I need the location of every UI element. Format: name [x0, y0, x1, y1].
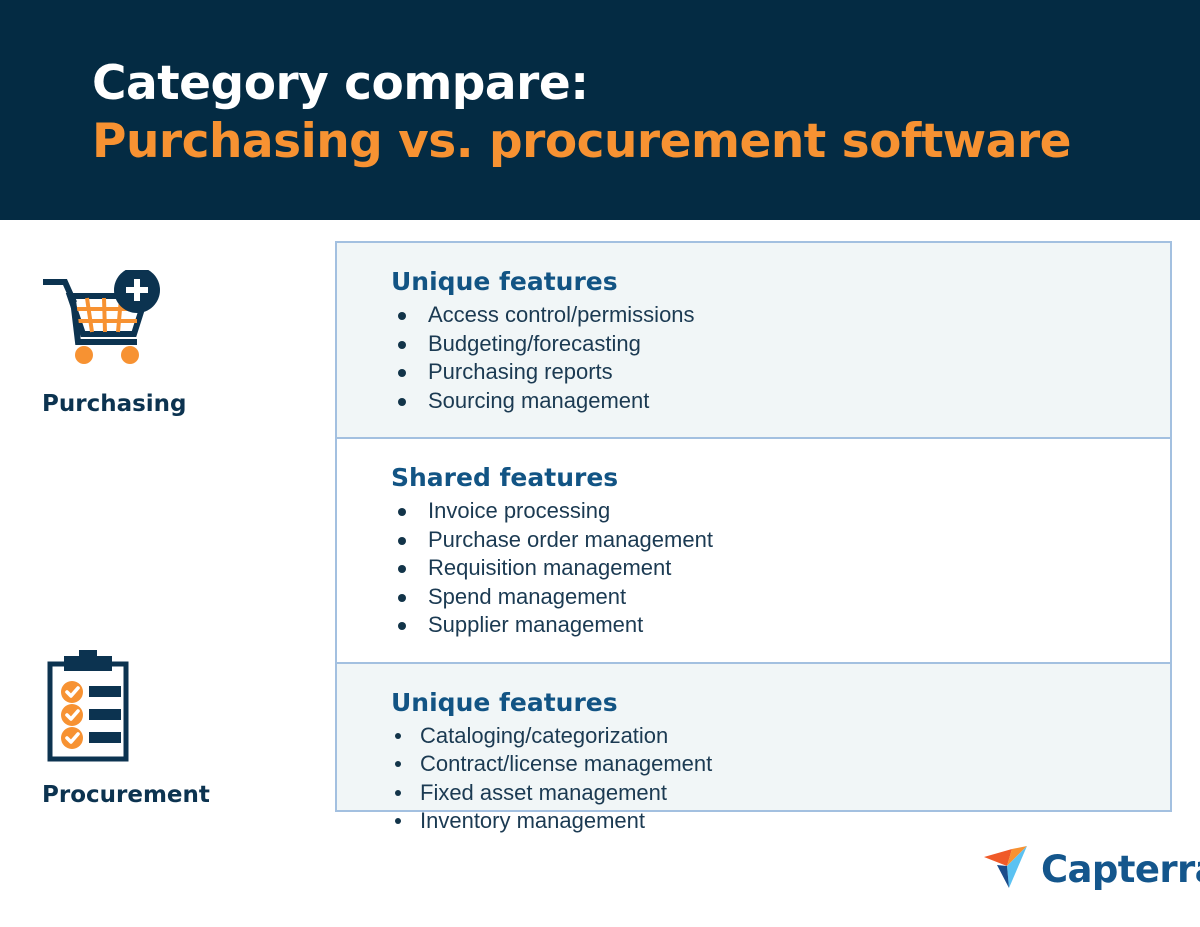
list-item: Requisition management [391, 554, 1140, 583]
list-item: Supplier management [391, 611, 1140, 640]
section-purchasing-unique: Unique features Access control/permissio… [337, 243, 1170, 437]
category-icon-column: Purchasing Procurement [0, 240, 330, 820]
list-item: Fixed asset management [391, 779, 1140, 808]
category-procurement: Procurement [42, 650, 302, 808]
header-band: Category compare: Purchasing vs. procure… [0, 0, 1200, 220]
list-item: Budgeting/forecasting [391, 330, 1140, 359]
section-heading: Shared features [391, 463, 619, 492]
title-line-primary: Category compare: [92, 56, 589, 111]
shopping-cart-plus-icon [42, 267, 162, 375]
header-title: Category compare: Purchasing vs. procure… [92, 55, 1132, 171]
category-label-procurement: Procurement [42, 782, 210, 808]
title-line-secondary: Purchasing vs. procurement software [92, 114, 1072, 169]
feature-list-purchasing-unique: Access control/permissions Budgeting/for… [391, 301, 1140, 415]
list-item: Cataloging/categorization [391, 722, 1140, 751]
capterra-logo: Capterra [984, 845, 1200, 894]
infographic-page: Category compare: Purchasing vs. procure… [0, 0, 1200, 927]
feature-list-shared: Invoice processing Purchase order manage… [391, 497, 1140, 640]
list-item: Sourcing management [391, 387, 1140, 416]
category-label-purchasing: Purchasing [42, 391, 187, 417]
list-item: Invoice processing [391, 497, 1140, 526]
section-heading: Unique features [391, 687, 618, 717]
clipboard-checklist-icon [42, 650, 154, 770]
section-heading: Unique features [391, 267, 618, 296]
list-item: Inventory management [391, 807, 1140, 836]
section-procurement-unique: Unique features Cataloging/categorizatio… [337, 664, 1170, 858]
list-item: Access control/permissions [391, 301, 1140, 330]
list-item: Purchasing reports [391, 358, 1140, 387]
section-shared-features: Shared features Invoice processing Purch… [337, 437, 1170, 664]
feature-comparison-panel: Unique features Access control/permissio… [335, 241, 1172, 833]
list-item: Purchase order management [391, 526, 1140, 555]
capterra-wordmark: Capterra [1041, 848, 1200, 891]
category-purchasing: Purchasing [42, 267, 302, 417]
feature-list-procurement-unique: Cataloging/categorization Contract/licen… [391, 722, 1140, 836]
capterra-mark-icon [984, 845, 1032, 894]
list-item: Contract/license management [391, 750, 1140, 779]
list-item: Spend management [391, 583, 1140, 612]
